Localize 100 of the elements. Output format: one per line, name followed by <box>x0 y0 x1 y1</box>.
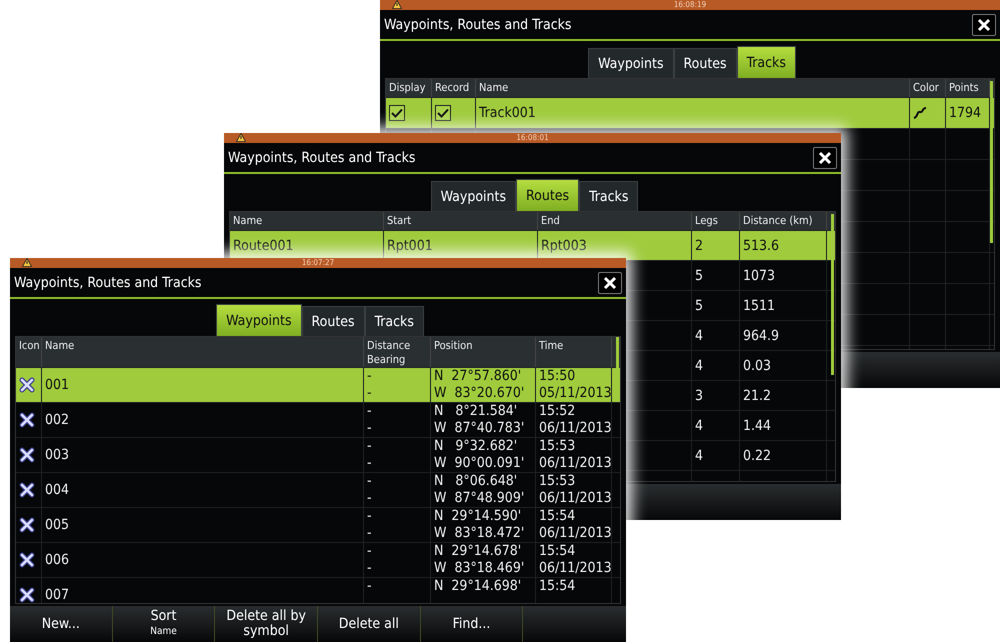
column-header: Time <box>536 337 612 367</box>
table-cell: 4 <box>695 328 704 344</box>
close-button[interactable] <box>972 14 996 36</box>
table-cell: 15:53 <box>539 473 576 490</box>
table-cell: 003 <box>45 447 70 463</box>
column-header: Display <box>386 79 432 97</box>
table-cell: 3 <box>695 388 704 404</box>
table-cell: 005 <box>45 517 70 533</box>
table-cell: 15:50 <box>539 368 576 385</box>
table-cell: 05/11/2013 <box>539 385 611 402</box>
tab[interactable]: Waypoints <box>216 304 302 336</box>
table-row[interactable]: 006 - - N 29°14.678' W 83°18.469' 15:54 06/11/2013 <box>16 543 620 578</box>
table-cell: 06/11/2013 <box>539 490 611 507</box>
column-header: Start <box>384 212 538 230</box>
waypoint-icon <box>19 587 35 603</box>
toolbar-button[interactable]: Delete all <box>318 606 421 642</box>
toolbar-button[interactable]: New... <box>10 606 113 642</box>
waypoint-icon <box>19 552 35 568</box>
clock-time: 16:08:01 <box>516 133 549 143</box>
column-header: Name <box>230 212 384 230</box>
table-cell: 5 <box>695 298 704 314</box>
tab[interactable]: Tracks <box>364 306 424 336</box>
clock-time: 16:07:27 <box>302 258 334 268</box>
table-cell: 5 <box>695 268 704 284</box>
table-cell: N 8°21.584' <box>434 403 518 420</box>
checkbox[interactable] <box>435 105 451 121</box>
table-cell: 001 <box>45 377 70 393</box>
window-title: Waypoints, Routes and Tracks <box>384 16 572 32</box>
table-cell: - <box>367 438 372 455</box>
close-icon <box>603 276 617 290</box>
scrollbar[interactable] <box>831 214 834 376</box>
table-row[interactable]: 004 - - N 8°06.648' W 87°48.909' 15:53 06/11/2013 <box>16 473 620 508</box>
column-header: Color <box>910 79 946 97</box>
table-row[interactable]: 002 - - N 8°21.584' W 87°40.783' 15:52 06/11/2013 <box>16 403 620 438</box>
table-cell: W 83°18.472' <box>434 525 524 542</box>
tab[interactable]: Routes <box>674 48 737 78</box>
tab[interactable]: Tracks <box>736 46 796 78</box>
column-header: Distance Bearing <box>364 337 431 367</box>
window-title: Waypoints, Routes and Tracks <box>228 150 416 166</box>
toolbar-button[interactable]: Sort Name <box>112 606 216 642</box>
table-cell: N 29°14.678' <box>434 543 522 560</box>
column-header: Record <box>432 79 476 97</box>
table-cell: 15:54 <box>539 578 576 595</box>
column-header: Distance (km) <box>740 212 827 230</box>
close-button[interactable] <box>598 272 622 294</box>
waypoint-icon <box>19 447 35 463</box>
table-cell: - <box>367 403 372 420</box>
table-cell: N 29°14.698' <box>434 578 522 595</box>
waypoint-icon <box>19 482 35 498</box>
warning-icon <box>392 0 402 9</box>
table-cell: 002 <box>45 412 70 428</box>
toolbar-button[interactable]: Delete all by symbol <box>215 606 318 642</box>
clock-time: 16:08:19 <box>674 0 706 10</box>
table-cell: W 87°48.909' <box>434 490 524 507</box>
table-cell: N 9°32.682' <box>434 438 518 455</box>
table-cell: 513.6 <box>743 238 780 254</box>
tab[interactable]: Waypoints <box>588 48 674 78</box>
table-cell: - <box>367 368 372 385</box>
table-cell: - <box>367 455 372 472</box>
table-cell: W 83°18.469' <box>434 560 524 577</box>
table-cell: - <box>367 508 372 525</box>
table-row[interactable]: Track001 1794 <box>386 98 994 129</box>
table-cell: - <box>367 525 372 542</box>
scrollbar[interactable] <box>990 81 993 243</box>
tab[interactable]: Routes <box>302 306 365 336</box>
table-cell: - <box>367 543 372 560</box>
table-cell: 0.03 <box>743 358 772 374</box>
toolbar-button[interactable]: Find... <box>420 606 524 642</box>
table-row[interactable]: 001 - - N 27°57.860' W 83°20.670' 15:50 05/11/2013 <box>16 368 620 403</box>
checkmark-icon <box>437 108 449 118</box>
table-cell: Track001 <box>479 105 536 121</box>
table-cell: - <box>367 490 372 507</box>
table-cell: 1073 <box>743 268 776 284</box>
column-header: Icon <box>16 337 42 367</box>
table-row[interactable]: 005 - - N 29°14.590' W 83°18.472' 15:54 06/11/2013 <box>16 508 620 543</box>
table-row[interactable]: 003 - - N 9°32.682' W 90°00.091' 15:53 06/11/2013 <box>16 438 620 473</box>
checkbox[interactable] <box>389 105 405 121</box>
table-cell: 15:54 <box>539 508 576 525</box>
table-cell: 4 <box>695 418 704 434</box>
window-title: Waypoints, Routes and Tracks <box>14 274 202 290</box>
table-cell: N 27°57.860' <box>434 368 522 385</box>
table-cell: 964.9 <box>743 328 780 344</box>
table-cell: W 90°00.091' <box>434 455 524 472</box>
column-header: Name <box>42 337 364 367</box>
close-button[interactable] <box>813 146 837 168</box>
tab[interactable]: Tracks <box>579 181 638 211</box>
table-cell: 006 <box>45 552 70 568</box>
table-cell: 1794 <box>949 105 982 121</box>
table-cell: Route001 <box>233 238 294 254</box>
table-cell: - <box>367 560 372 577</box>
close-icon <box>977 18 991 32</box>
warning-icon <box>22 258 32 267</box>
tab[interactable]: Waypoints <box>430 181 516 211</box>
waypoint-icon <box>19 377 35 393</box>
table-cell: Rpt003 <box>541 238 587 254</box>
table-cell: 21.2 <box>743 388 772 404</box>
table-cell: 06/11/2013 <box>539 455 611 472</box>
column-header: End <box>538 212 692 230</box>
table-cell: W 83°20.670' <box>434 385 524 402</box>
tab[interactable]: Routes <box>516 179 580 211</box>
